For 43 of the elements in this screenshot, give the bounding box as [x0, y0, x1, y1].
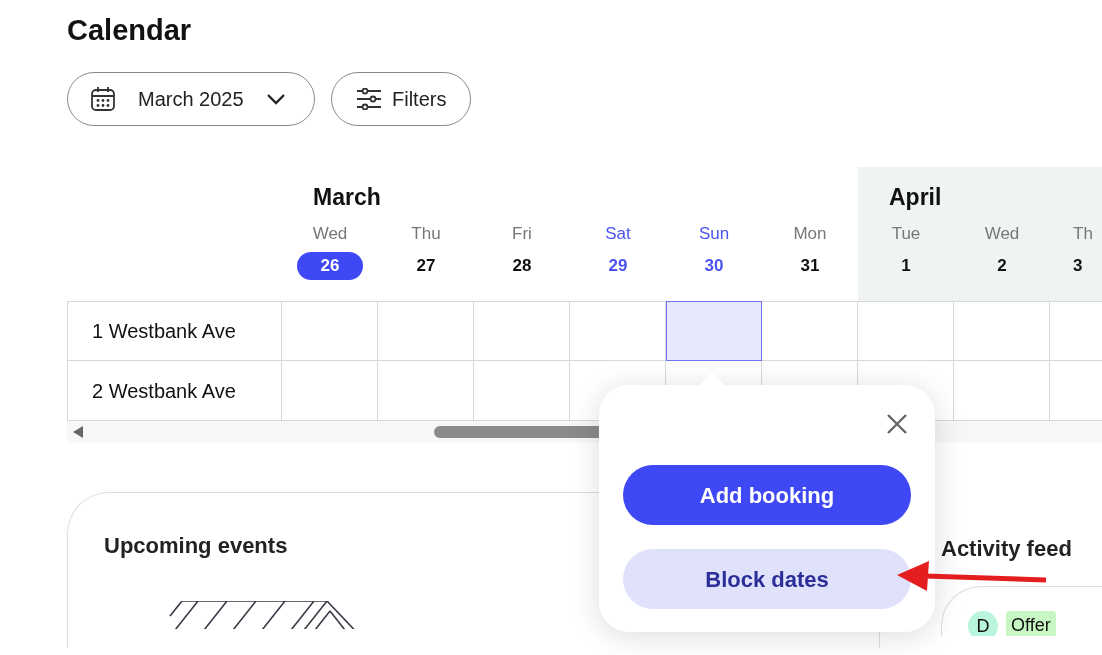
month-picker[interactable]: March 2025 [67, 72, 315, 126]
weekday-label: Th [1073, 223, 1094, 245]
date-label: 31 [799, 255, 821, 277]
page-title: Calendar [67, 13, 193, 48]
date-label: 28 [511, 255, 533, 277]
today-date-pill: 26 [297, 252, 363, 280]
month-name: April [888, 183, 943, 212]
selected-day-cell[interactable] [666, 301, 762, 361]
date-label: 3 [1073, 255, 1083, 277]
date-label: 27 [415, 255, 437, 277]
add-booking-button[interactable]: Add booking [623, 465, 911, 525]
close-button[interactable] [885, 411, 909, 435]
date-label: 2 [996, 255, 1008, 277]
activity-tag: Offer [1006, 611, 1056, 636]
day-cell[interactable] [858, 301, 954, 361]
weekday-label: Wed [311, 223, 349, 245]
month-name: March [312, 183, 382, 212]
block-dates-button[interactable]: Block dates [623, 549, 911, 609]
day-cell[interactable] [378, 301, 474, 361]
weekday-label: Thu [410, 223, 442, 245]
weekday-label: Wed [983, 223, 1021, 245]
day-cell[interactable] [1050, 301, 1102, 361]
day-cell[interactable] [762, 301, 858, 361]
date-label: 1 [900, 255, 912, 277]
weekday-label: Tue [890, 223, 922, 245]
weekday-label: Sat [604, 223, 632, 245]
sliders-icon [356, 88, 382, 110]
day-cell[interactable] [954, 301, 1050, 361]
chevron-down-icon [265, 93, 286, 105]
scroll-left-icon[interactable] [72, 425, 84, 439]
day-cell[interactable] [282, 301, 378, 361]
user-avatar: D [968, 611, 998, 636]
weekday-label: Fri [511, 223, 533, 245]
date-label: 29 [607, 255, 629, 277]
property-name: 1 Westbank Ave [67, 301, 282, 361]
filters-button[interactable]: Filters [331, 72, 472, 126]
section-title: Upcoming events [104, 532, 289, 560]
day-cell[interactable] [474, 301, 570, 361]
weekday-label: Sun [697, 223, 731, 245]
date-label: 30 [703, 255, 725, 277]
section-title: Activity feed [941, 535, 1073, 563]
weekday-label: Mon [792, 223, 828, 245]
calendar-icon [90, 86, 116, 112]
